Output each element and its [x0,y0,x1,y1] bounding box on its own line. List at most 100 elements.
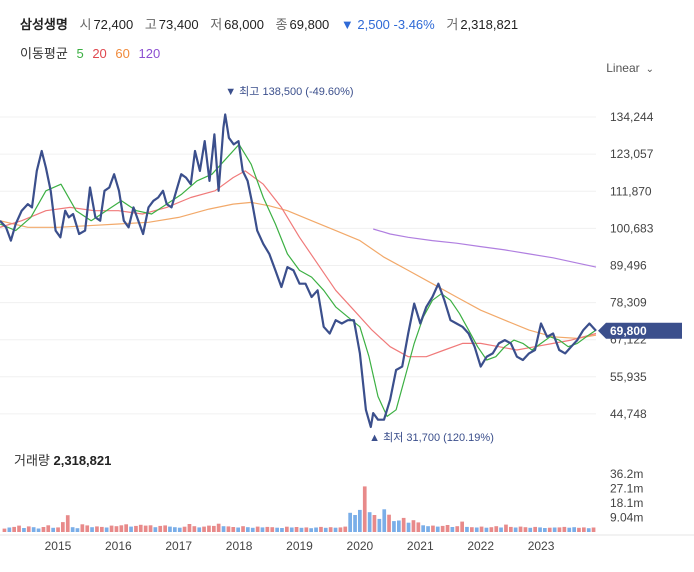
x-tick-label: 2015 [45,539,72,553]
x-tick-label: 2017 [165,539,192,553]
volume-bar [567,527,572,532]
volume-bar [304,527,309,532]
volume-bar [226,526,231,532]
volume-bar [192,526,197,532]
volume-bar [51,527,55,532]
volume-bar [338,527,343,532]
volume-bar [280,528,284,532]
volume-bar [250,527,255,532]
volume-bar [285,526,289,532]
volume-bar [392,521,396,532]
volume-bar [85,525,90,532]
volume-bar [61,522,65,532]
y-tick-label: 55,935 [610,370,647,384]
volume-bar [435,526,440,532]
volume-bar [148,525,153,532]
volume-bar [479,526,484,532]
volume-bar [109,525,114,532]
volume-bar [236,527,240,532]
volume-bar [134,525,138,532]
volume-bar [557,527,562,532]
x-tick-label: 2021 [407,539,434,553]
volume-bar [562,526,567,532]
volume-bar [153,527,158,532]
volume-bar [177,527,182,532]
volume-bar [533,526,537,532]
volume-bar [523,527,528,532]
x-tick-label: 2019 [286,539,313,553]
x-tick-label: 2023 [528,539,555,553]
volume-bar [46,525,51,532]
volume-bar [431,525,435,532]
volume-bar [455,526,460,532]
volume-bar [518,526,523,532]
volume-bar [95,526,99,532]
volume-bar [353,515,357,532]
volume-bar [255,526,260,532]
volume-bar [119,525,124,532]
volume-bar [528,527,533,532]
volume-bar [65,515,70,532]
volume-bar [572,527,576,532]
volume-bar [465,526,469,532]
volume-bar [397,520,401,532]
volume-bar [387,514,391,532]
volume-bar [207,525,211,532]
volume-bar [484,527,489,532]
volume-bar [212,525,216,532]
volume-bar [56,527,60,532]
volume-tick-label: 9.04m [610,511,643,525]
y-tick-label: 134,244 [610,110,654,124]
volume-bar [187,524,192,532]
ma120-line [373,228,597,268]
volume-bar [372,515,377,532]
volume-bar [367,512,372,532]
volume-bar [90,527,94,532]
volume-bar [12,526,16,532]
volume-bar [289,527,294,532]
volume-bar [552,527,557,532]
volume-bar [314,527,318,532]
y-tick-label: 44,748 [610,407,647,421]
max-price-annotation: ▼ 최고 138,500 (-49.60%) [225,85,353,98]
volume-bar [114,526,119,532]
y-tick-label: 111,870 [610,184,652,198]
x-tick-label: 2020 [347,539,374,553]
volume-bar [309,528,313,532]
volume-bar [80,524,85,532]
volume-bar [143,525,148,532]
volume-bar [241,526,245,532]
volume-bar [231,527,236,532]
volume-bar [362,486,367,532]
volume-bar [158,525,163,532]
volume-bar [2,528,7,532]
volume-bar [577,527,581,532]
volume-bar [197,527,202,532]
volume-bar [22,528,26,532]
volume-tick-label: 18.1m [610,496,643,510]
volume-bar [202,526,206,532]
volume-bar [216,523,221,532]
volume-bar [104,527,109,532]
volume-bar [163,525,167,532]
volume-bar [41,527,46,532]
volume-bar [547,527,552,532]
volume-bar [299,527,304,532]
price-chart[interactable]: 44,74855,93567,12278,30989,496100,683111… [0,0,694,572]
last-price-badge-label: 69,800 [610,324,647,338]
volume-bar [406,522,411,532]
volume-bar [343,526,348,532]
volume-bar [474,527,479,532]
volume-bar [440,525,445,532]
y-tick-label: 78,309 [610,296,647,310]
volume-bar [377,518,382,532]
y-tick-label: 89,496 [610,258,647,272]
volume-bar [270,527,275,532]
volume-bar [591,527,596,532]
volume-bar [489,527,494,532]
volume-bar [100,526,104,532]
volume-bar [513,527,518,532]
y-tick-label: 100,683 [610,221,654,235]
volume-bar [358,509,362,532]
volume-bar [70,527,75,532]
